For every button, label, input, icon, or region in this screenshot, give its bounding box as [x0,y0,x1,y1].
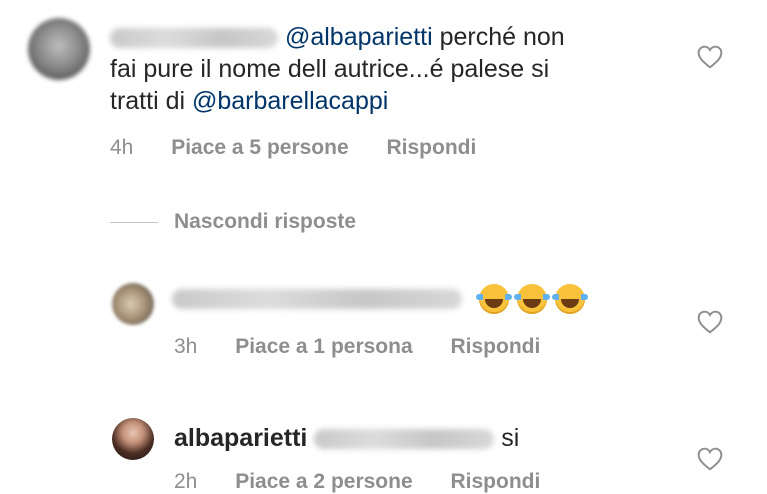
hide-replies-button[interactable]: Nascondi risposte [174,210,356,234]
reply-button[interactable]: Rispondi [450,335,540,358]
reply-button[interactable]: Rispondi [386,136,476,159]
likes-count[interactable]: Piace a 5 persone [171,136,348,159]
heart-icon[interactable] [697,447,723,471]
divider [110,222,158,223]
comment-text: perché non [432,23,565,51]
comment-body: @albaparietti perché non fai pure il nom… [110,21,670,117]
comment-body: albaparietti si [174,422,519,454]
timestamp: 4h [110,136,134,159]
likes-count[interactable]: Piace a 1 persona [235,335,412,358]
comment-meta: 2h Piace a 2 persone Rispondi [174,470,572,494]
blurred-mention[interactable] [314,429,495,450]
comment-meta: 4h Piace a 5 persone Rispondi [110,136,508,160]
comment-meta: 3h Piace a 1 persona Rispondi [174,335,572,359]
laughing-tears-icon [475,284,512,314]
mention-link[interactable]: @albaparietti [285,23,433,51]
heart-icon[interactable] [697,310,723,334]
avatar[interactable] [28,18,90,80]
blurred-username[interactable] [110,28,278,49]
avatar[interactable] [112,283,154,325]
laughing-tears-icon [513,284,550,314]
likes-count[interactable]: Piace a 2 persone [235,470,412,493]
reply-button[interactable]: Rispondi [450,470,540,493]
mention-link[interactable]: @barbarellacappi [192,87,388,115]
laughing-tears-icon [551,284,588,314]
comment-text: si [501,424,520,452]
blurred-username[interactable] [172,289,462,309]
username-link[interactable]: albaparietti [174,424,307,452]
heart-icon[interactable] [697,45,723,69]
timestamp: 3h [174,335,198,358]
avatar[interactable] [112,418,154,460]
timestamp: 2h [174,470,198,493]
comment-body [172,284,593,314]
comment-text: fai pure il nome dell autrice...é palese… [110,55,550,83]
comment-text: tratti di [110,87,192,115]
